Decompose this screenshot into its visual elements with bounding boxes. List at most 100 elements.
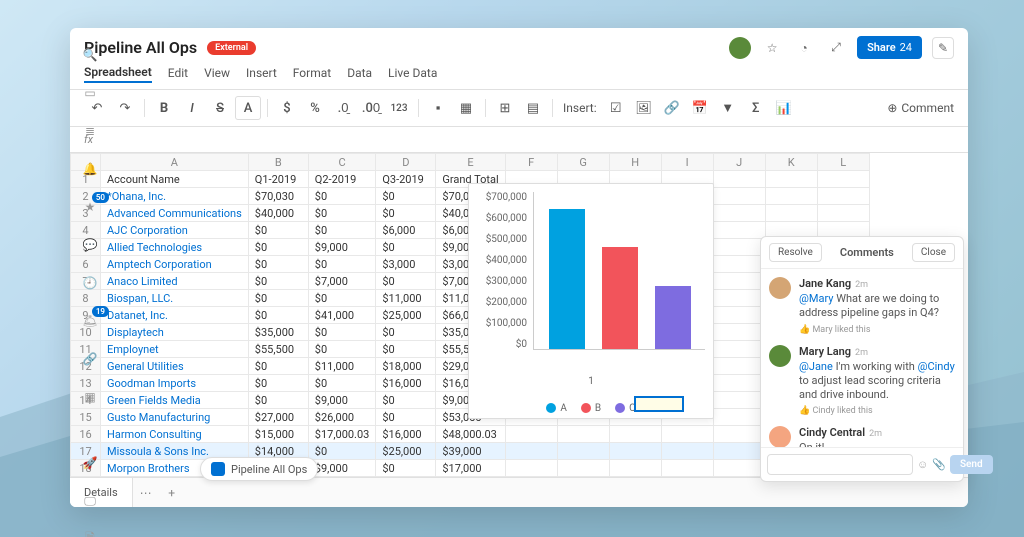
add-comment-button[interactable]: ⊕Comment — [887, 101, 954, 115]
cell[interactable]: Advanced Communications — [101, 205, 249, 222]
col-header[interactable]: F — [505, 154, 557, 171]
checkbox-insert-button[interactable]: ☑ — [603, 96, 629, 120]
cell[interactable]: $0 — [308, 341, 376, 358]
cell[interactable]: $41,000 — [308, 307, 376, 324]
launch-rail-icon[interactable]: 🚀 — [79, 452, 101, 474]
decimal-inc-button[interactable]: .00̱ — [358, 96, 384, 120]
alerts-rail-icon[interactable]: 🛎19 — [79, 310, 101, 332]
cell[interactable]: $9,000 — [308, 239, 376, 256]
cell[interactable]: $3,000 — [376, 256, 436, 273]
redo-button[interactable]: ↷ — [112, 96, 138, 120]
legend-A[interactable]: A — [546, 403, 567, 414]
notifications-rail-icon[interactable]: 🔔 — [79, 158, 101, 180]
menu-format[interactable]: Format — [293, 64, 331, 82]
fill-color-button[interactable]: ▪ — [425, 96, 451, 120]
cell[interactable]: $0 — [248, 375, 308, 392]
cell[interactable]: $0 — [308, 324, 376, 341]
cell[interactable]: $0 — [248, 273, 308, 290]
comment-avatar[interactable] — [769, 277, 791, 299]
col-header[interactable]: E — [436, 154, 505, 171]
cell[interactable]: $0 — [376, 273, 436, 290]
cell[interactable]: Gusto Manufacturing — [101, 409, 249, 426]
cell[interactable]: Account Name — [101, 171, 249, 188]
cell[interactable]: $48,000.03 — [436, 426, 505, 443]
cell[interactable]: $0 — [248, 222, 308, 239]
col-header[interactable]: D — [376, 154, 436, 171]
legend-B[interactable]: B — [581, 403, 601, 414]
link-insert-button[interactable]: 🔗 — [659, 96, 685, 120]
cell[interactable]: $70,030 — [248, 188, 308, 205]
borders-button[interactable]: ▦ — [453, 96, 479, 120]
percent-button[interactable]: % — [302, 96, 328, 120]
col-header[interactable]: L — [817, 154, 869, 171]
display-rail-icon[interactable]: 🖵 — [79, 490, 101, 512]
menu-view[interactable]: View — [204, 64, 230, 82]
history-rail-icon[interactable]: 🕘 — [79, 272, 101, 294]
workspace-rail-icon[interactable]: ▭ — [79, 82, 101, 104]
cell[interactable]: $11,000 — [376, 290, 436, 307]
expand-icon[interactable]: ⤢ — [825, 37, 847, 59]
cell[interactable]: $0 — [308, 443, 376, 460]
bold-button[interactable]: B — [151, 96, 177, 120]
cell[interactable]: $0 — [376, 409, 436, 426]
cell[interactable]: $0 — [376, 341, 436, 358]
cell[interactable]: Displaytech — [101, 324, 249, 341]
cell[interactable]: $35,000 — [248, 324, 308, 341]
close-comments-button[interactable]: Close — [912, 243, 955, 262]
chart-bar-A[interactable] — [549, 209, 585, 349]
col-header[interactable]: H — [609, 154, 661, 171]
strike-button[interactable]: S — [207, 96, 233, 120]
docs-rail-icon[interactable]: ≣ — [79, 120, 101, 142]
cell[interactable]: General Utilities — [101, 358, 249, 375]
cell[interactable]: $25,000 — [376, 307, 436, 324]
cell[interactable]: $0 — [248, 256, 308, 273]
activity-icon[interactable]: ◔ — [793, 37, 815, 59]
collaborator-avatar[interactable] — [729, 37, 751, 59]
cell[interactable]: $0 — [308, 205, 376, 222]
cell[interactable]: $11,000 — [308, 358, 376, 375]
cell[interactable]: $7,000 — [308, 273, 376, 290]
cell[interactable]: Employnet — [101, 341, 249, 358]
embedded-chart[interactable]: $700,000$600,000$500,000$400,000$300,000… — [468, 183, 714, 419]
cell[interactable]: Q3-2019 — [376, 171, 436, 188]
apps-rail-icon[interactable]: ▦ — [79, 386, 101, 408]
cell[interactable]: Biospan, LLC. — [101, 290, 249, 307]
share-button[interactable]: Share 24 — [857, 36, 922, 59]
resolve-button[interactable]: Resolve — [769, 243, 822, 262]
cell[interactable]: $6,000 — [376, 222, 436, 239]
cell[interactable]: $0 — [376, 239, 436, 256]
comment-avatar[interactable] — [769, 426, 791, 447]
currency-button[interactable]: $ — [274, 96, 300, 120]
cell[interactable]: $0 — [248, 290, 308, 307]
add-tab-icon[interactable]: + — [159, 486, 185, 500]
share-rail-icon[interactable]: 🔗 — [79, 348, 101, 370]
formula-button[interactable]: Σ — [743, 96, 769, 120]
cell[interactable]: $0 — [248, 358, 308, 375]
cell[interactable]: $0 — [248, 392, 308, 409]
cell[interactable]: $0 — [376, 477, 436, 478]
cell[interactable]: Q1-2019 — [248, 171, 308, 188]
cell[interactable]: $0 — [248, 307, 308, 324]
cell[interactable]: $39,000 — [436, 443, 505, 460]
compose-icon[interactable]: ✎ — [932, 37, 954, 59]
cell[interactable]: $44,000 — [436, 477, 505, 478]
chart-insert-button[interactable]: 📊 — [771, 96, 797, 120]
cell[interactable]: $44,000 — [308, 477, 376, 478]
attach-icon[interactable]: 📎 — [932, 458, 946, 471]
menu-live-data[interactable]: Live Data — [388, 64, 437, 82]
cell[interactable]: $16,000 — [376, 426, 436, 443]
cell[interactable]: $0 — [376, 188, 436, 205]
cell[interactable]: $0 — [376, 392, 436, 409]
font-button[interactable]: A — [235, 96, 261, 120]
filter-button[interactable]: ▼ — [715, 96, 741, 120]
legend-C[interactable]: C — [615, 403, 636, 414]
image-insert-button[interactable]: 🖼 — [631, 96, 657, 120]
messages-rail-icon[interactable]: 💬 — [79, 234, 101, 256]
cell[interactable]: $16,000 — [376, 375, 436, 392]
cell[interactable]: $0 — [308, 256, 376, 273]
decimal-dec-button[interactable]: .0̱ — [330, 96, 356, 120]
cell[interactable]: $26,000 — [308, 409, 376, 426]
cell[interactable]: $0 — [376, 205, 436, 222]
cell[interactable]: $0 — [376, 324, 436, 341]
comment-avatar[interactable] — [769, 345, 791, 367]
